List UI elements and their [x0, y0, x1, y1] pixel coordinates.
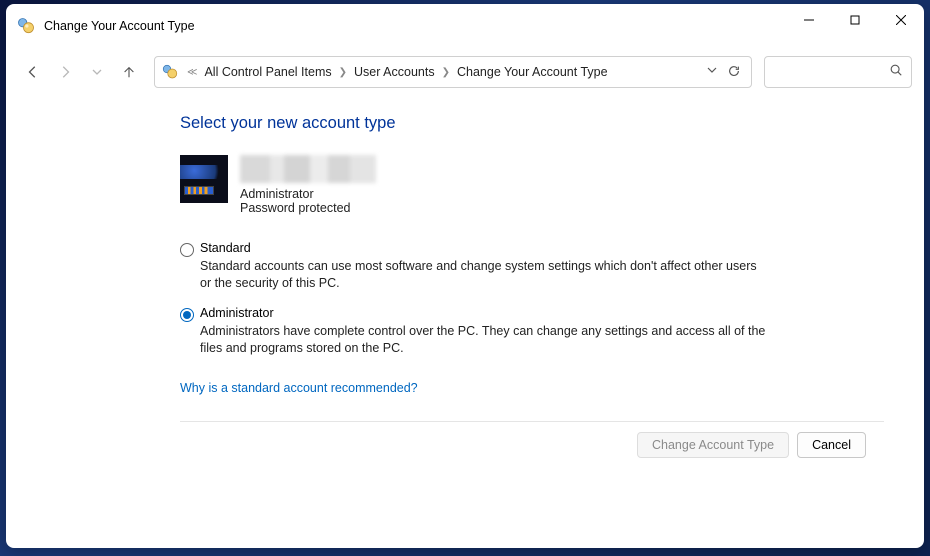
- chevron-right-icon: ❯: [438, 67, 454, 78]
- recent-dropdown[interactable]: [82, 57, 112, 87]
- option-description: Administrators have complete control ove…: [200, 323, 770, 357]
- forward-button[interactable]: [50, 57, 80, 87]
- chevron-left-icon: ≪: [183, 67, 201, 78]
- option-label: Administrator: [200, 306, 884, 320]
- option-description: Standard accounts can use most software …: [200, 258, 770, 292]
- radio-administrator[interactable]: [180, 308, 194, 322]
- titlebar: Change Your Account Type: [6, 4, 924, 48]
- user-name-redacted: [240, 155, 376, 183]
- change-account-type-button[interactable]: Change Account Type: [637, 432, 789, 458]
- footer: Change Account Type Cancel: [180, 421, 884, 468]
- up-button[interactable]: [114, 57, 144, 87]
- cancel-button[interactable]: Cancel: [797, 432, 866, 458]
- option-administrator[interactable]: Administrator Administrators have comple…: [180, 306, 884, 357]
- maximize-button[interactable]: [832, 4, 878, 36]
- option-label: Standard: [200, 241, 884, 255]
- radio-standard[interactable]: [180, 243, 194, 257]
- user-avatar: [180, 155, 228, 203]
- breadcrumb-item[interactable]: Change Your Account Type: [454, 65, 611, 79]
- user-accounts-icon: [16, 16, 36, 36]
- refresh-icon[interactable]: [727, 64, 741, 81]
- user-protection: Password protected: [240, 201, 376, 215]
- toolbar: ≪ All Control Panel Items ❯ User Account…: [6, 48, 924, 96]
- back-button[interactable]: [18, 57, 48, 87]
- window-controls: [786, 4, 924, 48]
- control-panel-window: Change Your Account Type ≪ All Control P…: [6, 4, 924, 548]
- search-input[interactable]: [764, 56, 912, 88]
- search-icon: [889, 63, 903, 82]
- chevron-right-icon: ❯: [335, 67, 351, 78]
- chevron-down-icon[interactable]: [707, 64, 717, 81]
- page-heading: Select your new account type: [180, 114, 884, 133]
- user-accounts-icon: [161, 63, 179, 81]
- close-button[interactable]: [878, 4, 924, 36]
- minimize-button[interactable]: [786, 4, 832, 36]
- address-bar[interactable]: ≪ All Control Panel Items ❯ User Account…: [154, 56, 752, 88]
- help-link[interactable]: Why is a standard account recommended?: [180, 381, 418, 395]
- content-area: Select your new account type Administrat…: [6, 96, 924, 548]
- breadcrumb-item[interactable]: User Accounts: [351, 65, 438, 79]
- user-role: Administrator: [240, 187, 376, 201]
- breadcrumb-item[interactable]: All Control Panel Items: [201, 65, 334, 79]
- window-title: Change Your Account Type: [44, 19, 786, 33]
- user-summary: Administrator Password protected: [180, 155, 884, 215]
- option-standard[interactable]: Standard Standard accounts can use most …: [180, 241, 884, 292]
